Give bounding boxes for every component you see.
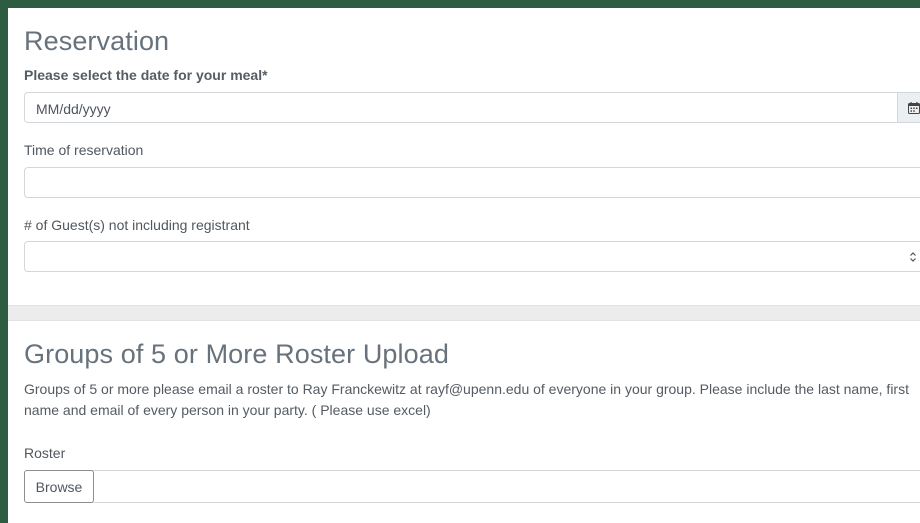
roster-description: Groups of 5 or more please email a roste… — [24, 381, 909, 418]
section-divider — [8, 305, 920, 321]
number-spinner-icon[interactable] — [909, 251, 917, 263]
roster-section-title: Groups of 5 or More Roster Upload — [24, 339, 449, 369]
browse-button[interactable]: Browse — [24, 470, 94, 503]
calendar-button[interactable] — [897, 92, 920, 123]
time-input[interactable] — [24, 167, 920, 198]
date-input[interactable]: MM/dd/yyyy — [24, 92, 920, 123]
roster-file-input[interactable]: Browse — [24, 470, 920, 503]
roster-label: Roster — [24, 445, 66, 461]
date-label: Please select the date for your meal* — [24, 67, 268, 83]
time-label: Time of reservation — [24, 142, 144, 158]
form-card: Reservation Please select the date for y… — [8, 8, 920, 523]
guests-input[interactable] — [24, 241, 920, 272]
reservation-title: Reservation — [24, 26, 170, 56]
calendar-icon — [908, 102, 920, 114]
guests-label: # of Guest(s) not including registrant — [24, 217, 250, 233]
date-placeholder: MM/dd/yyyy — [36, 101, 111, 117]
